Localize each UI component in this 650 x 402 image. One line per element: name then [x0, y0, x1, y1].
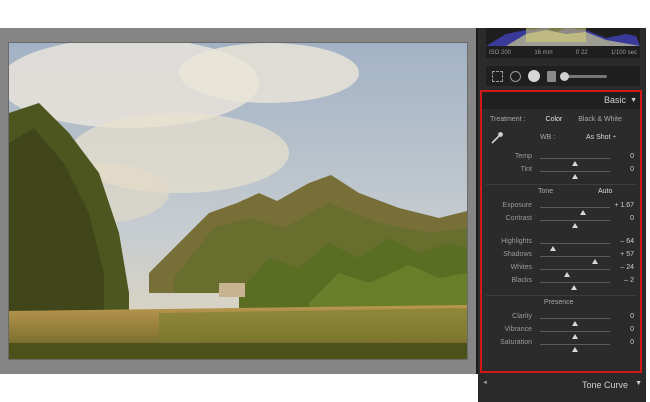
highlights-slider[interactable]: [540, 243, 610, 251]
photo-preview[interactable]: [8, 42, 468, 360]
tint-row: Tint 0: [482, 165, 640, 179]
develop-right-panel: ISO 200 16 mm f/ 22 1/100 sec Basic ▼ Tr…: [478, 28, 646, 374]
wb-label: WB :: [540, 134, 556, 141]
blacks-label: Blacks: [511, 277, 532, 284]
whites-slider[interactable]: [540, 269, 610, 277]
tone-curve-header[interactable]: ◄ Tone Curve ▼: [478, 374, 646, 402]
saturation-slider[interactable]: [540, 344, 610, 352]
highlights-row: Highlights – 64: [482, 237, 640, 251]
exposure-slider[interactable]: [540, 207, 610, 215]
white-balance-row: WB : As Shot ÷: [482, 130, 640, 148]
whites-row: Whites – 24: [482, 263, 640, 277]
histogram: ISO 200 16 mm f/ 22 1/100 sec: [486, 28, 640, 58]
blacks-thumb[interactable]: [571, 285, 578, 290]
vibrance-row: Vibrance 0: [482, 325, 640, 339]
basic-panel: Basic ▼ Treatment : Color Black & White …: [480, 90, 642, 373]
spot-removal-icon[interactable]: [510, 70, 521, 82]
collapse-triangle-icon[interactable]: ▼: [635, 380, 642, 387]
blacks-row: Blacks – 2: [482, 276, 640, 290]
auto-tone-button[interactable]: Auto: [598, 188, 612, 195]
clarity-row: Clarity 0: [482, 312, 640, 326]
vibrance-slider[interactable]: [540, 331, 610, 339]
tint-value[interactable]: 0: [630, 166, 634, 173]
whites-label: Whites: [510, 264, 532, 271]
red-eye-icon[interactable]: [528, 70, 540, 82]
temp-label: Temp: [514, 153, 532, 160]
adjustment-brush-icon[interactable]: [560, 71, 607, 81]
lightroom-window: ISO 200 16 mm f/ 22 1/100 sec Basic ▼ Tr…: [0, 28, 650, 402]
temp-row: Temp 0: [482, 152, 640, 166]
tint-slider[interactable]: [540, 171, 610, 179]
clarity-label: Clarity: [512, 313, 532, 320]
tone-label: Tone: [538, 188, 554, 195]
tool-strip: [486, 66, 640, 86]
contrast-value[interactable]: 0: [630, 215, 634, 222]
blacks-value[interactable]: – 2: [624, 277, 634, 284]
contrast-label: Contrast: [505, 215, 532, 222]
saturation-value[interactable]: 0: [630, 339, 634, 346]
landscape-image: [9, 43, 467, 359]
treatment-color-option[interactable]: Color: [546, 116, 563, 123]
basic-title: Basic: [603, 95, 626, 105]
divider: [486, 184, 636, 185]
presence-label: Presence: [544, 299, 574, 306]
temp-value[interactable]: 0: [630, 153, 634, 160]
photo-canvas: [0, 28, 478, 374]
left-triangle-icon[interactable]: ◄: [482, 380, 488, 386]
contrast-slider[interactable]: [540, 220, 610, 228]
tone-header: Tone Auto: [482, 188, 640, 200]
eyedropper-icon[interactable]: [490, 131, 504, 145]
focal-label: 16 mm: [534, 50, 553, 56]
saturation-row: Saturation 0: [482, 338, 640, 352]
exposure-value[interactable]: + 1.67: [614, 202, 634, 209]
saturation-label: Saturation: [500, 339, 532, 346]
tint-label: Tint: [520, 166, 532, 173]
treatment-label: Treatment :: [490, 115, 526, 123]
tint-thumb[interactable]: [572, 174, 578, 179]
contrast-row: Contrast 0: [482, 214, 640, 228]
treatment-row: Treatment : Color Black & White: [482, 112, 640, 126]
tone-curve-title: Tone Curve: [581, 380, 628, 390]
shadows-label: Shadows: [503, 251, 532, 258]
highlights-label: Highlights: [501, 238, 532, 245]
shadows-row: Shadows + 57: [482, 250, 640, 264]
wb-dropdown[interactable]: As Shot ÷: [586, 134, 616, 141]
temp-slider[interactable]: [540, 158, 610, 166]
highlights-value[interactable]: – 64: [620, 238, 634, 245]
iso-label: ISO 200: [489, 50, 512, 56]
shutter-label: 1/100 sec: [610, 50, 637, 56]
camera-info: ISO 200 16 mm f/ 22 1/100 sec: [486, 50, 640, 56]
contrast-thumb[interactable]: [572, 223, 578, 228]
basic-panel-header[interactable]: Basic ▼: [482, 92, 640, 109]
vibrance-value[interactable]: 0: [630, 326, 634, 333]
divider: [486, 295, 636, 296]
crop-icon[interactable]: [492, 70, 503, 82]
graduated-filter-icon[interactable]: [547, 70, 556, 82]
aperture-label: f/ 22: [575, 50, 588, 56]
treatment-bw-option[interactable]: Black & White: [578, 116, 622, 123]
exposure-row: Exposure + 1.67: [482, 201, 640, 215]
clarity-value[interactable]: 0: [630, 313, 634, 320]
shadows-value[interactable]: + 57: [620, 251, 634, 258]
clarity-slider[interactable]: [540, 318, 610, 326]
exposure-label: Exposure: [502, 202, 532, 209]
whites-value[interactable]: – 24: [620, 264, 634, 271]
collapse-triangle-icon[interactable]: ▼: [630, 92, 637, 109]
blacks-slider[interactable]: [540, 282, 610, 290]
saturation-thumb[interactable]: [572, 347, 578, 352]
shadows-slider[interactable]: [540, 256, 610, 264]
vibrance-label: Vibrance: [504, 326, 532, 333]
